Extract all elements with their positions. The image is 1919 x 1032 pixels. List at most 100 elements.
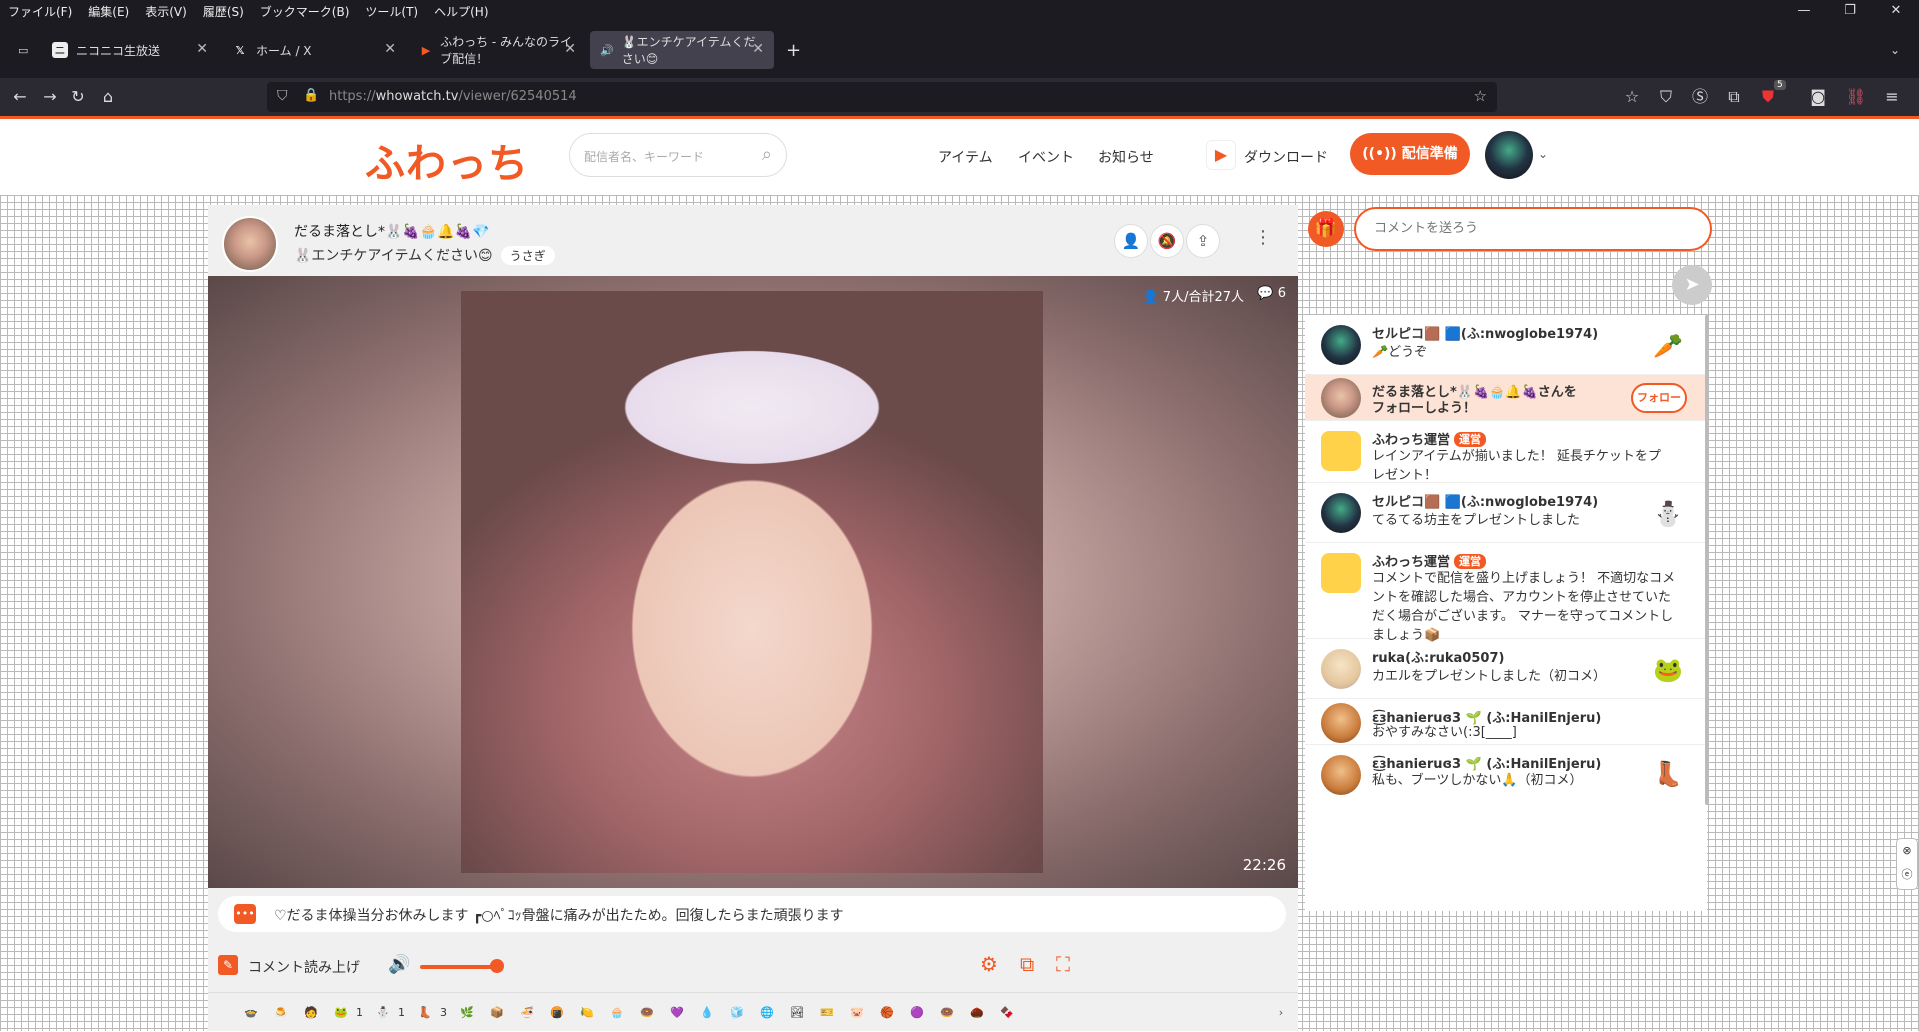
- commenter-avatar[interactable]: [1321, 755, 1361, 795]
- hamburger-menu-icon[interactable]: ≡: [1880, 85, 1904, 109]
- shield-check-icon[interactable]: ⛉: [1654, 85, 1678, 109]
- download-app-icon[interactable]: ▶: [1206, 140, 1236, 170]
- chevron-right-icon[interactable]: ›: [1270, 1002, 1292, 1024]
- item-18-icon[interactable]: 🎫: [816, 1002, 838, 1024]
- commenter-avatar[interactable]: [1321, 703, 1361, 743]
- close-tab-icon[interactable]: ✕: [752, 41, 764, 57]
- broadcaster-avatar-small[interactable]: [1321, 378, 1361, 418]
- item-17-icon[interactable]: 🏞: [786, 1002, 808, 1024]
- item-3-icon[interactable]: 🐸: [330, 1002, 352, 1024]
- commenter-avatar[interactable]: [1321, 493, 1361, 533]
- comment-scrollbar[interactable]: [1705, 315, 1709, 805]
- item-8-icon[interactable]: 🍜: [516, 1002, 538, 1024]
- volume-icon[interactable]: 🔊: [388, 954, 410, 975]
- tab-list-button[interactable]: ▭: [8, 31, 38, 69]
- broadcast-prepare-button[interactable]: ((•)) 配信準備: [1350, 133, 1470, 175]
- tab-active-stream[interactable]: 🔊 🐰エンチケアイテムください😊 ✕: [590, 31, 774, 69]
- commenter-name[interactable]: ruka(ふ:ruka0507): [1372, 647, 1504, 666]
- menu-bookmarks[interactable]: ブックマーク(B): [252, 3, 358, 20]
- close-tab-icon[interactable]: ✕: [196, 41, 208, 57]
- menu-tools[interactable]: ツール(T): [357, 3, 426, 20]
- send-icon[interactable]: ➤: [1672, 265, 1712, 305]
- site-logo[interactable]: ふわっち: [365, 131, 529, 189]
- tab-niconico[interactable]: ニ ニコニコ生放送 ✕: [42, 31, 218, 69]
- tab-whowatch[interactable]: ▶ ふわっち - みんなのライブ配信！ ✕: [410, 31, 586, 69]
- item-6-icon[interactable]: 🌿: [456, 1002, 478, 1024]
- lock-icon[interactable]: 🔒: [303, 88, 319, 103]
- more-options-icon[interactable]: ⋮: [1254, 227, 1272, 248]
- fullscreen-icon[interactable]: ⛶: [1056, 952, 1070, 976]
- item-0-icon[interactable]: 🍲: [240, 1002, 262, 1024]
- close-tab-icon[interactable]: ✕: [564, 41, 576, 57]
- broadcaster-avatar[interactable]: [222, 216, 278, 272]
- extension-e-icon[interactable]: ⓔ: [1897, 863, 1917, 887]
- comment-input-box[interactable]: [1354, 207, 1712, 251]
- video-player[interactable]: 👤 7人/合計27人 💬 6 22:26: [208, 276, 1298, 888]
- gift-icon[interactable]: 🎁: [1308, 211, 1344, 247]
- item-12-icon[interactable]: 🍩: [636, 1002, 658, 1024]
- url-text[interactable]: https://whowatch.tv/viewer/62540514: [329, 89, 577, 104]
- item-4-icon[interactable]: ⛄: [372, 1002, 394, 1024]
- item-16-icon[interactable]: 🌐: [756, 1002, 778, 1024]
- search-box[interactable]: 配信者名、キーワード ⌕: [569, 133, 787, 177]
- item-23-icon[interactable]: 🌰: [966, 1002, 988, 1024]
- link-icon[interactable]: ⛓: [1844, 85, 1868, 109]
- close-tab-icon[interactable]: ✕: [384, 41, 396, 57]
- commenter-avatar[interactable]: [1321, 325, 1361, 365]
- item-11-icon[interactable]: 🧁: [606, 1002, 628, 1024]
- settings-icon[interactable]: ⚙: [980, 952, 998, 976]
- item-22-icon[interactable]: 🍩: [936, 1002, 958, 1024]
- extensions-icon[interactable]: ⧉: [1722, 85, 1746, 109]
- item-15-icon[interactable]: 🧊: [726, 1002, 748, 1024]
- menu-file[interactable]: ファイル(F): [0, 3, 80, 20]
- nav-items[interactable]: アイテム: [938, 147, 993, 167]
- follow-button[interactable]: フォロー: [1631, 383, 1687, 413]
- skype-icon[interactable]: Ⓢ: [1688, 85, 1712, 109]
- item-2-icon[interactable]: 🧑: [300, 1002, 322, 1024]
- read-aloud-off-icon[interactable]: ✎: [218, 955, 238, 975]
- mute-notify-icon[interactable]: 🔕: [1150, 224, 1184, 258]
- chevron-down-icon[interactable]: ⌄: [1538, 147, 1548, 161]
- menu-history[interactable]: 履歴(S): [195, 3, 252, 20]
- tab-x[interactable]: 𝕏 ホーム / X ✕: [222, 31, 406, 69]
- new-tab-button[interactable]: +: [776, 31, 802, 69]
- share-icon[interactable]: ⇪: [1186, 224, 1220, 258]
- shield-icon[interactable]: ⛉: [277, 88, 288, 104]
- item-10-icon[interactable]: 🍋: [576, 1002, 598, 1024]
- menu-help[interactable]: ヘルプ(H): [426, 3, 496, 20]
- forward-icon[interactable]: →: [38, 85, 62, 109]
- nav-download[interactable]: ダウンロード: [1244, 147, 1328, 167]
- menu-view[interactable]: 表示(V): [137, 3, 195, 20]
- menu-edit[interactable]: 編集(E): [80, 3, 137, 20]
- item-19-icon[interactable]: 🐷: [846, 1002, 868, 1024]
- pocket-icon[interactable]: ☆: [1620, 85, 1644, 109]
- restore-icon[interactable]: ❐: [1827, 0, 1873, 22]
- commenter-name[interactable]: セルピコ🟫 🟦(ふ:nwoglobe1974): [1372, 323, 1598, 342]
- item-7-icon[interactable]: 📦: [486, 1002, 508, 1024]
- read-aloud-label[interactable]: コメント読み上げ: [248, 957, 360, 977]
- item-21-icon[interactable]: 🟣: [906, 1002, 928, 1024]
- nav-events[interactable]: イベント: [1018, 147, 1074, 167]
- home-icon[interactable]: ⌂: [96, 85, 120, 109]
- speaker-icon[interactable]: 🔊: [600, 42, 614, 58]
- comment-input[interactable]: [1372, 220, 1696, 237]
- item-24-icon[interactable]: 🍫: [996, 1002, 1018, 1024]
- follow-user-icon[interactable]: 👤: [1114, 224, 1148, 258]
- commenter-name[interactable]: ɛ͜͡ɜhanieruɞ3 🌱 (ふ:HanilEnjeru): [1372, 753, 1601, 772]
- nav-news[interactable]: お知らせ: [1098, 147, 1154, 167]
- commenter-avatar[interactable]: [1321, 649, 1361, 689]
- item-20-icon[interactable]: 🏀: [876, 1002, 898, 1024]
- commenter-name[interactable]: セルピコ🟫 🟦(ふ:nwoglobe1974): [1372, 491, 1598, 510]
- theater-mode-icon[interactable]: ⧉: [1020, 952, 1034, 976]
- item-1-icon[interactable]: 🍮: [270, 1002, 292, 1024]
- volume-knob[interactable]: [490, 959, 504, 973]
- stream-tag[interactable]: うさぎ: [500, 246, 555, 265]
- reload-icon[interactable]: ↻: [66, 85, 90, 109]
- back-icon[interactable]: ←: [8, 85, 32, 109]
- user-avatar[interactable]: [1485, 131, 1533, 179]
- close-window-icon[interactable]: ✕: [1873, 0, 1919, 22]
- side-panel-tab[interactable]: ⊗ ⓔ: [1896, 838, 1918, 890]
- item-9-icon[interactable]: 🍘: [546, 1002, 568, 1024]
- item-14-icon[interactable]: 💧: [696, 1002, 718, 1024]
- search-icon[interactable]: ⌕: [762, 144, 772, 165]
